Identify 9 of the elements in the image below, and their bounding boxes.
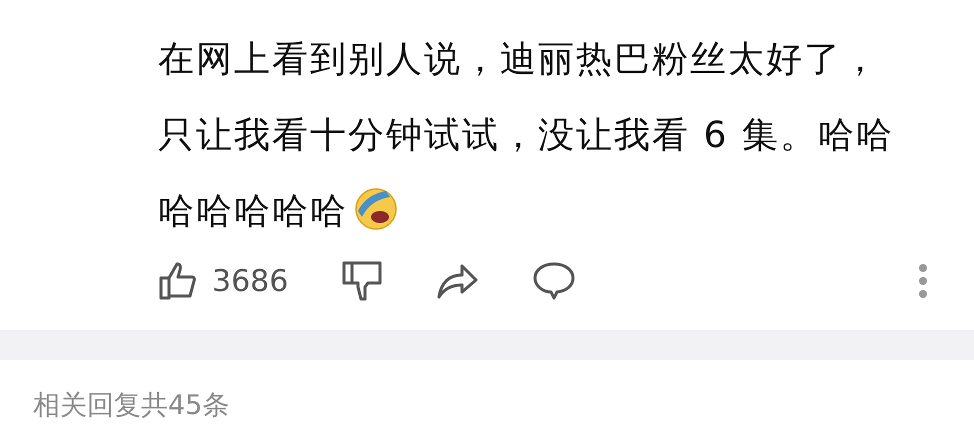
reply-count-text[interactable]: 相关回复共45条: [0, 360, 974, 422]
more-icon[interactable]: [918, 263, 928, 299]
comment-icon[interactable]: [532, 261, 576, 301]
share-icon[interactable]: [436, 263, 478, 299]
comment-text: 在网上看到别人说，迪丽热巴粉丝太好了，只让我看十分钟试试，没让我看 6 集。哈哈哈哈哈哈哈: [158, 38, 895, 234]
like-count: 3686: [212, 262, 288, 300]
emoji-icon: [354, 187, 398, 231]
thumbs-down-icon[interactable]: [342, 260, 382, 302]
thumbs-up-icon[interactable]: [158, 261, 198, 301]
